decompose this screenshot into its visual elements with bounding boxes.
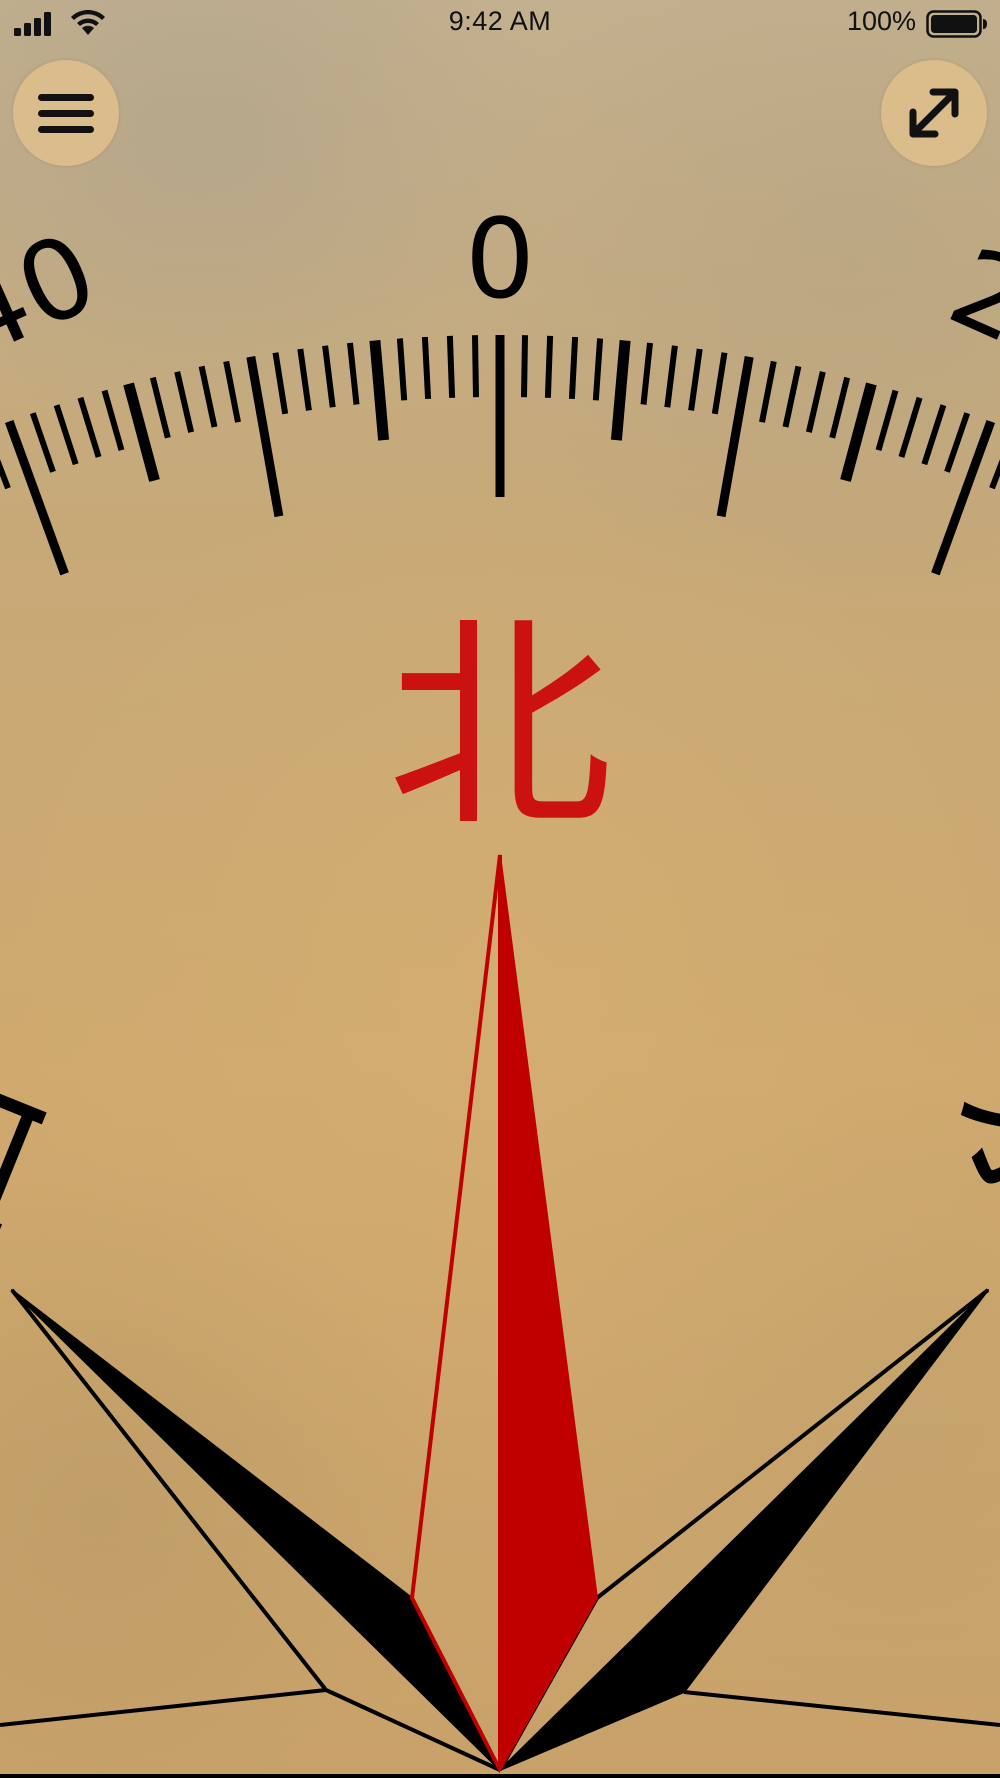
degree-tick: [989, 459, 1000, 490]
degree-tick: [840, 382, 877, 482]
degree-tick: [782, 365, 802, 428]
degree-tick: [272, 352, 289, 415]
degree-tick: [246, 356, 284, 518]
degree-tick: [198, 365, 218, 428]
degree-tick: [711, 352, 728, 415]
rose-spoke-east: [683, 1690, 1000, 1727]
west-label-partial: 西: [0, 1032, 80, 1264]
degree-tick: [174, 371, 195, 433]
degree-tick: [688, 348, 703, 411]
scale-label-left: 40: [0, 208, 115, 382]
north-needle: [409, 854, 599, 1774]
degree-tick: [829, 376, 851, 439]
degree-tick: [123, 382, 160, 482]
scale-label-right: 2: [932, 223, 1000, 368]
degree-tick: [297, 348, 312, 411]
degree-tick: [4, 419, 69, 576]
degree-tick: [521, 335, 528, 398]
degree-tick: [77, 396, 102, 458]
north-label: 北: [388, 597, 613, 859]
degree-tick: [149, 376, 171, 439]
degree-tick: [322, 345, 336, 408]
north-needle-right-half: [499, 854, 599, 1774]
degree-tick: [664, 345, 678, 408]
east-label-partial: 东: [920, 1032, 1000, 1264]
degree-tick: [592, 338, 604, 401]
degree-tick: [446, 335, 456, 398]
rose-spoke-west: [0, 1688, 327, 1727]
degree-tick: [610, 340, 631, 441]
degree-tick: [898, 396, 923, 458]
degree-tick: [544, 335, 554, 398]
degree-tick: [29, 412, 56, 473]
degree-tick: [421, 336, 432, 400]
degree-tick: [53, 404, 79, 466]
degree-tick: [369, 340, 390, 441]
degree-tick: [396, 338, 408, 401]
degree-tick: [101, 389, 125, 452]
degree-tick: [568, 336, 579, 400]
degree-tick: [223, 360, 241, 423]
degree-tick: [347, 342, 360, 405]
degree-tick: [472, 335, 479, 398]
degree-tick: [944, 412, 971, 473]
degree-tick: [805, 371, 826, 433]
degree-tick: [921, 404, 947, 466]
degree-tick: [640, 342, 653, 405]
degree-tick: [716, 356, 754, 518]
degree-tick: [875, 389, 899, 452]
compass-dial: 40 0 2 北 西 东: [0, 195, 1000, 1778]
degree-tick: [931, 419, 996, 576]
scale-label-center: 0: [465, 195, 535, 323]
degree-tick: [0, 459, 11, 490]
degree-tick: [759, 360, 777, 423]
